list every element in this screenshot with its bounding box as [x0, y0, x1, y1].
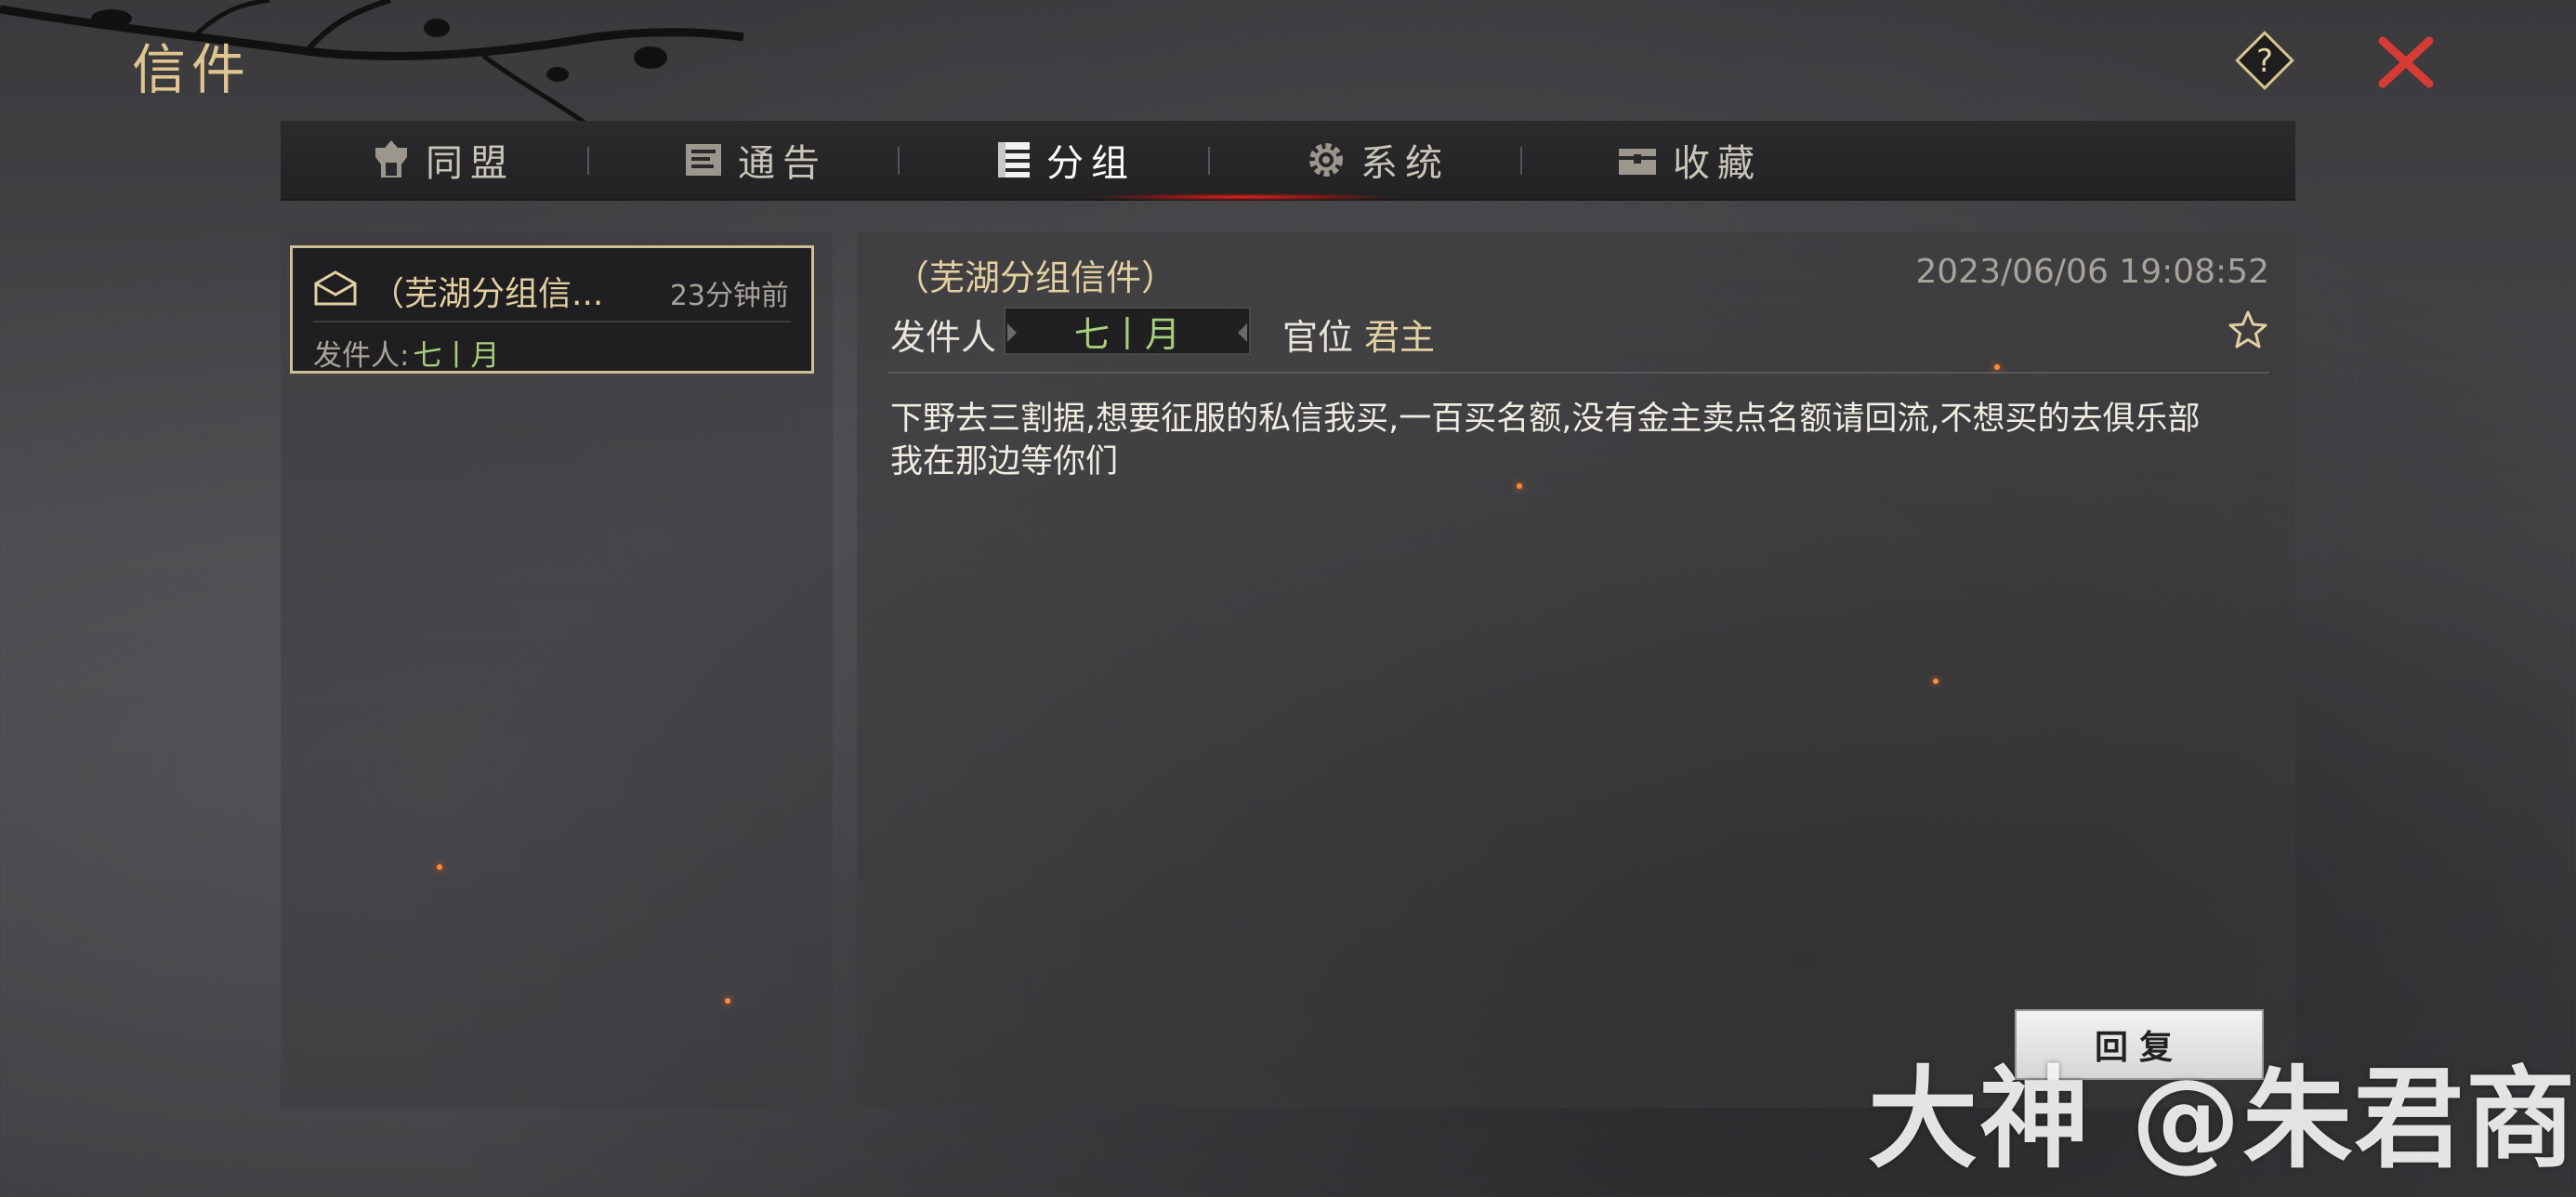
help-icon: ? [2235, 31, 2294, 90]
sender-label: 发件人: [313, 339, 410, 373]
tab-label: 收藏 [1673, 142, 1762, 185]
announcement-icon [686, 144, 721, 176]
ember-particle [725, 998, 730, 1004]
envelope-icon [314, 270, 357, 306]
tab-favorites[interactable]: 收藏 [1615, 121, 1762, 199]
mail-item-time: 23分钟前 [669, 280, 789, 312]
tab-label: 通告 [738, 142, 827, 185]
tab-divider [1208, 147, 1210, 175]
sender-name: 七丨月 [413, 339, 500, 373]
close-icon [2378, 36, 2434, 88]
tab-divider [898, 147, 900, 175]
ember-particle [1517, 483, 1522, 489]
rank-label: 官位 [1282, 317, 1354, 358]
group-icon [998, 142, 1030, 178]
close-button[interactable] [2373, 30, 2438, 95]
tab-bar: 同盟 通告 分组 系统 收藏 [281, 121, 2295, 201]
mail-timestamp: 2023/06/06 19:08:52 [1915, 253, 2269, 291]
active-tab-indicator [1089, 193, 1396, 201]
watermark-text: 大神 @朱君商更 [1868, 1055, 2576, 1183]
window-title: 信件 [132, 38, 252, 101]
divider [313, 321, 791, 322]
ember-particle [437, 864, 442, 870]
star-icon[interactable] [2227, 309, 2269, 351]
divider [888, 372, 2269, 374]
ember-particle [1933, 678, 1939, 684]
mail-item-sender: 发件人: 七丨月 [313, 332, 499, 374]
mail-body: 下野去三割据,想要征服的私信我买,一百买名额,没有金主卖点名额请回流,不想买的去… [890, 401, 2201, 480]
tab-alliance[interactable]: 同盟 [370, 121, 515, 199]
sender-label: 发件人 [890, 317, 997, 358]
tab-divider [1520, 147, 1522, 175]
tab-label: 系统 [1360, 142, 1450, 185]
tab-announcement[interactable]: 通告 [682, 121, 827, 199]
branch-decoration [0, 0, 744, 133]
mail-list-panel: （芜湖分组信... 23分钟前 发件人: 七丨月 [281, 232, 833, 1108]
watermark: 大神 @朱君商更 [1868, 1020, 2576, 1183]
chest-icon [1619, 149, 1656, 175]
mail-item-title: （芜湖分组信... [371, 275, 604, 313]
tab-divider [587, 147, 589, 175]
rank-value: 君主 [1364, 317, 1436, 358]
gear-icon [1309, 143, 1343, 177]
mail-detail-panel: （芜湖分组信件） 2023/06/06 19:08:52 发件人 七丨月 官位 … [857, 232, 2295, 1108]
tab-label: 同盟 [426, 142, 515, 185]
help-button[interactable]: ? [2232, 28, 2297, 93]
svg-text:?: ? [2256, 43, 2273, 80]
ember-particle [1994, 364, 2000, 370]
alliance-icon [375, 140, 407, 178]
tab-system[interactable]: 系统 [1305, 121, 1450, 199]
tab-group[interactable]: 分组 [994, 121, 1136, 199]
mail-list-item[interactable]: （芜湖分组信... 23分钟前 发件人: 七丨月 [290, 245, 814, 374]
sender-name-button[interactable]: 七丨月 [1004, 307, 1251, 355]
tab-label: 分组 [1046, 142, 1136, 185]
mail-title: （芜湖分组信件） [894, 257, 1177, 298]
